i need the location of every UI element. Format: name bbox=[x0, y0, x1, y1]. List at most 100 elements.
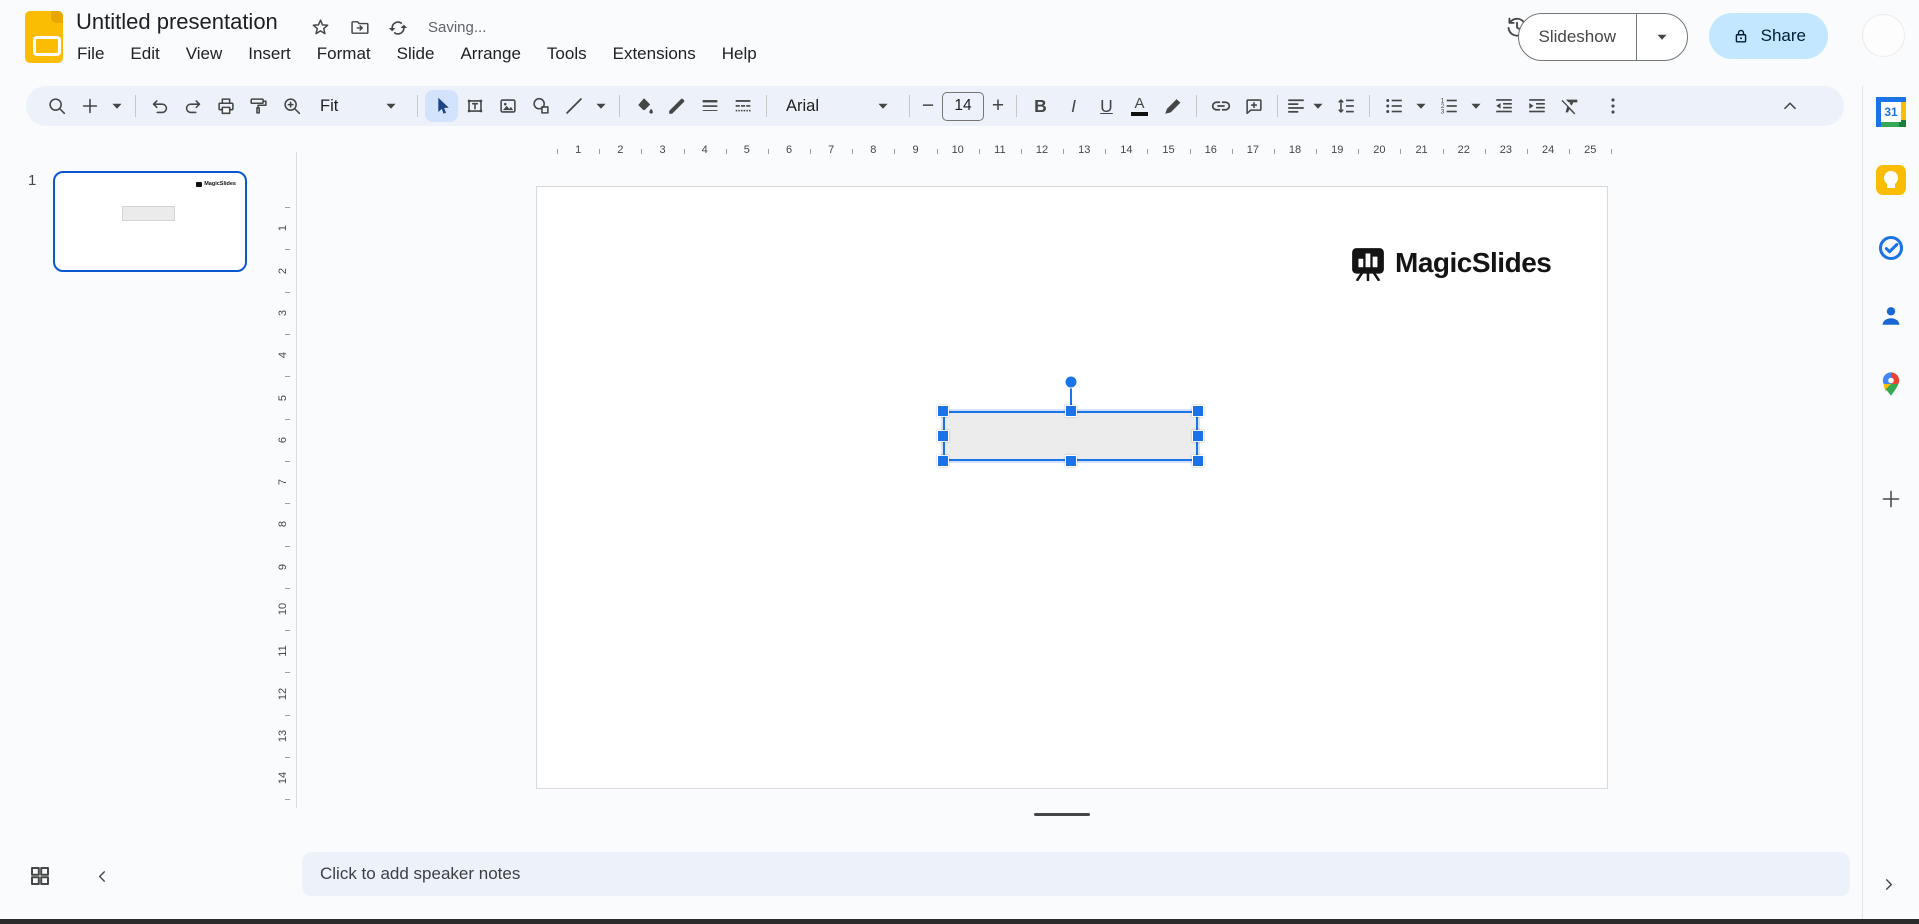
italic-button[interactable]: I bbox=[1057, 90, 1090, 122]
align-button[interactable] bbox=[1285, 90, 1329, 122]
border-weight-button[interactable] bbox=[693, 90, 726, 122]
menu-edit[interactable]: Edit bbox=[117, 40, 172, 68]
numbered-list-dropdown[interactable] bbox=[1465, 90, 1487, 122]
insert-line-dropdown[interactable] bbox=[590, 90, 612, 122]
ruler-v-tick bbox=[285, 799, 290, 801]
increase-indent-button[interactable] bbox=[1520, 90, 1553, 122]
bold-button[interactable]: B bbox=[1024, 90, 1057, 122]
paint-format-button[interactable] bbox=[242, 90, 275, 122]
border-color-button[interactable] bbox=[660, 90, 693, 122]
tasks-app-button[interactable] bbox=[1875, 232, 1907, 264]
insert-link-button[interactable] bbox=[1204, 90, 1237, 122]
highlight-color-button[interactable] bbox=[1156, 90, 1189, 122]
text-color-swatch bbox=[1131, 112, 1148, 116]
font-size-input[interactable]: 14 bbox=[942, 91, 984, 121]
clear-formatting-button[interactable] bbox=[1553, 90, 1586, 122]
sync-status-icon bbox=[388, 18, 408, 38]
move-folder-icon[interactable] bbox=[349, 17, 370, 38]
ruler-h-tick bbox=[810, 149, 812, 154]
ruler-v-tick bbox=[285, 545, 290, 547]
slideshow-button[interactable]: Slideshow bbox=[1517, 13, 1688, 61]
resize-handle-e[interactable] bbox=[1192, 430, 1204, 442]
increase-font-size-button[interactable]: + bbox=[987, 90, 1009, 122]
toolbar-divider bbox=[1196, 95, 1197, 117]
resize-handle-se[interactable] bbox=[1192, 455, 1204, 467]
calendar-app-button[interactable]: 31 bbox=[1875, 96, 1907, 128]
speaker-notes[interactable]: Click to add speaker notes bbox=[302, 852, 1850, 896]
zoom-button[interactable] bbox=[275, 90, 308, 122]
contacts-app-button[interactable] bbox=[1875, 300, 1907, 332]
more-options-button[interactable] bbox=[1596, 90, 1629, 122]
rotation-handle[interactable] bbox=[1064, 375, 1078, 389]
ruler-h-number: 13 bbox=[1078, 144, 1091, 156]
line-spacing-button[interactable] bbox=[1329, 90, 1362, 122]
menu-tools[interactable]: Tools bbox=[534, 40, 600, 68]
insert-shape-button[interactable] bbox=[524, 90, 557, 122]
resize-handle-sw[interactable] bbox=[937, 455, 949, 467]
ruler-h-number: 25 bbox=[1584, 144, 1597, 156]
chevron-down-icon bbox=[106, 95, 128, 117]
resize-handle-nw[interactable] bbox=[937, 405, 949, 417]
border-dash-button[interactable] bbox=[726, 90, 759, 122]
bulleted-list-button[interactable] bbox=[1377, 90, 1410, 122]
numbered-list-button[interactable] bbox=[1432, 90, 1465, 122]
ruler-v-number: 5 bbox=[277, 394, 289, 401]
resize-handle-n[interactable] bbox=[1064, 405, 1077, 417]
side-panel-divider bbox=[1862, 86, 1863, 919]
redo-button[interactable] bbox=[176, 90, 209, 122]
menu-insert[interactable]: Insert bbox=[235, 40, 304, 68]
underline-button[interactable]: U bbox=[1090, 90, 1123, 122]
notes-resize-handle[interactable] bbox=[1034, 813, 1090, 816]
ruler-v-number: 12 bbox=[277, 687, 289, 700]
menu-arrange[interactable]: Arrange bbox=[447, 40, 533, 68]
resize-handle-ne[interactable] bbox=[1192, 405, 1204, 417]
resize-handle-s[interactable] bbox=[1064, 455, 1077, 467]
grid-view-button[interactable] bbox=[28, 864, 52, 888]
slide-brand-logo[interactable]: MagicSlides bbox=[1350, 245, 1552, 281]
keep-app-button[interactable] bbox=[1875, 164, 1907, 196]
slideshow-options-button[interactable] bbox=[1636, 14, 1687, 60]
document-title[interactable]: Untitled presentation bbox=[76, 9, 278, 35]
decrease-font-size-button[interactable]: − bbox=[917, 90, 939, 122]
fill-color-button[interactable] bbox=[627, 90, 660, 122]
slide-thumbnail[interactable]: MagicSlides bbox=[53, 171, 247, 272]
new-slide-button[interactable] bbox=[73, 90, 106, 122]
collapse-filmstrip-button[interactable] bbox=[94, 868, 111, 885]
account-avatar[interactable] bbox=[1862, 14, 1905, 57]
ruler-h-tick bbox=[683, 149, 685, 154]
share-button[interactable]: Share bbox=[1708, 13, 1828, 59]
slides-logo-icon[interactable] bbox=[25, 11, 63, 63]
text-color-button[interactable]: A bbox=[1123, 90, 1156, 122]
bulleted-list-dropdown[interactable] bbox=[1410, 90, 1432, 122]
select-tool-button[interactable] bbox=[425, 90, 458, 122]
resize-handle-w[interactable] bbox=[937, 430, 949, 442]
search-menus-button[interactable] bbox=[40, 90, 73, 122]
insert-image-button[interactable] bbox=[491, 90, 524, 122]
maps-app-button[interactable] bbox=[1875, 368, 1907, 400]
menu-slide[interactable]: Slide bbox=[384, 40, 448, 68]
menu-help[interactable]: Help bbox=[709, 40, 770, 68]
ruler-horizontal: 1 2 3 4 5 6 7 8 9 10 11 12 13 14 15 16 17 18 19 20 21 22 23 24 2… bbox=[306, 143, 1854, 160]
decrease-indent-button[interactable] bbox=[1487, 90, 1520, 122]
add-apps-button[interactable] bbox=[1874, 482, 1908, 516]
undo-button[interactable] bbox=[143, 90, 176, 122]
hide-menus-button[interactable] bbox=[1773, 90, 1806, 122]
ruler-h-tick bbox=[1147, 149, 1149, 154]
expand-side-panel-button[interactable] bbox=[1880, 876, 1897, 893]
menu-format[interactable]: Format bbox=[304, 40, 384, 68]
menu-view[interactable]: View bbox=[173, 40, 236, 68]
new-slide-dropdown[interactable] bbox=[106, 90, 128, 122]
text-box-button[interactable] bbox=[458, 90, 491, 122]
selected-text-box[interactable] bbox=[943, 411, 1198, 461]
ruler-h-number: 5 bbox=[743, 144, 750, 156]
insert-line-button[interactable] bbox=[557, 90, 590, 122]
menu-extensions[interactable]: Extensions bbox=[600, 40, 709, 68]
star-icon[interactable] bbox=[310, 17, 331, 38]
print-button[interactable] bbox=[209, 90, 242, 122]
add-comment-button[interactable] bbox=[1237, 90, 1270, 122]
ruler-h-tick bbox=[599, 149, 601, 154]
ruler-h-number: 14 bbox=[1120, 144, 1133, 156]
font-family-select[interactable]: Arial bbox=[774, 90, 902, 122]
menu-file[interactable]: File bbox=[64, 40, 117, 68]
zoom-select[interactable]: Fit bbox=[308, 90, 410, 122]
